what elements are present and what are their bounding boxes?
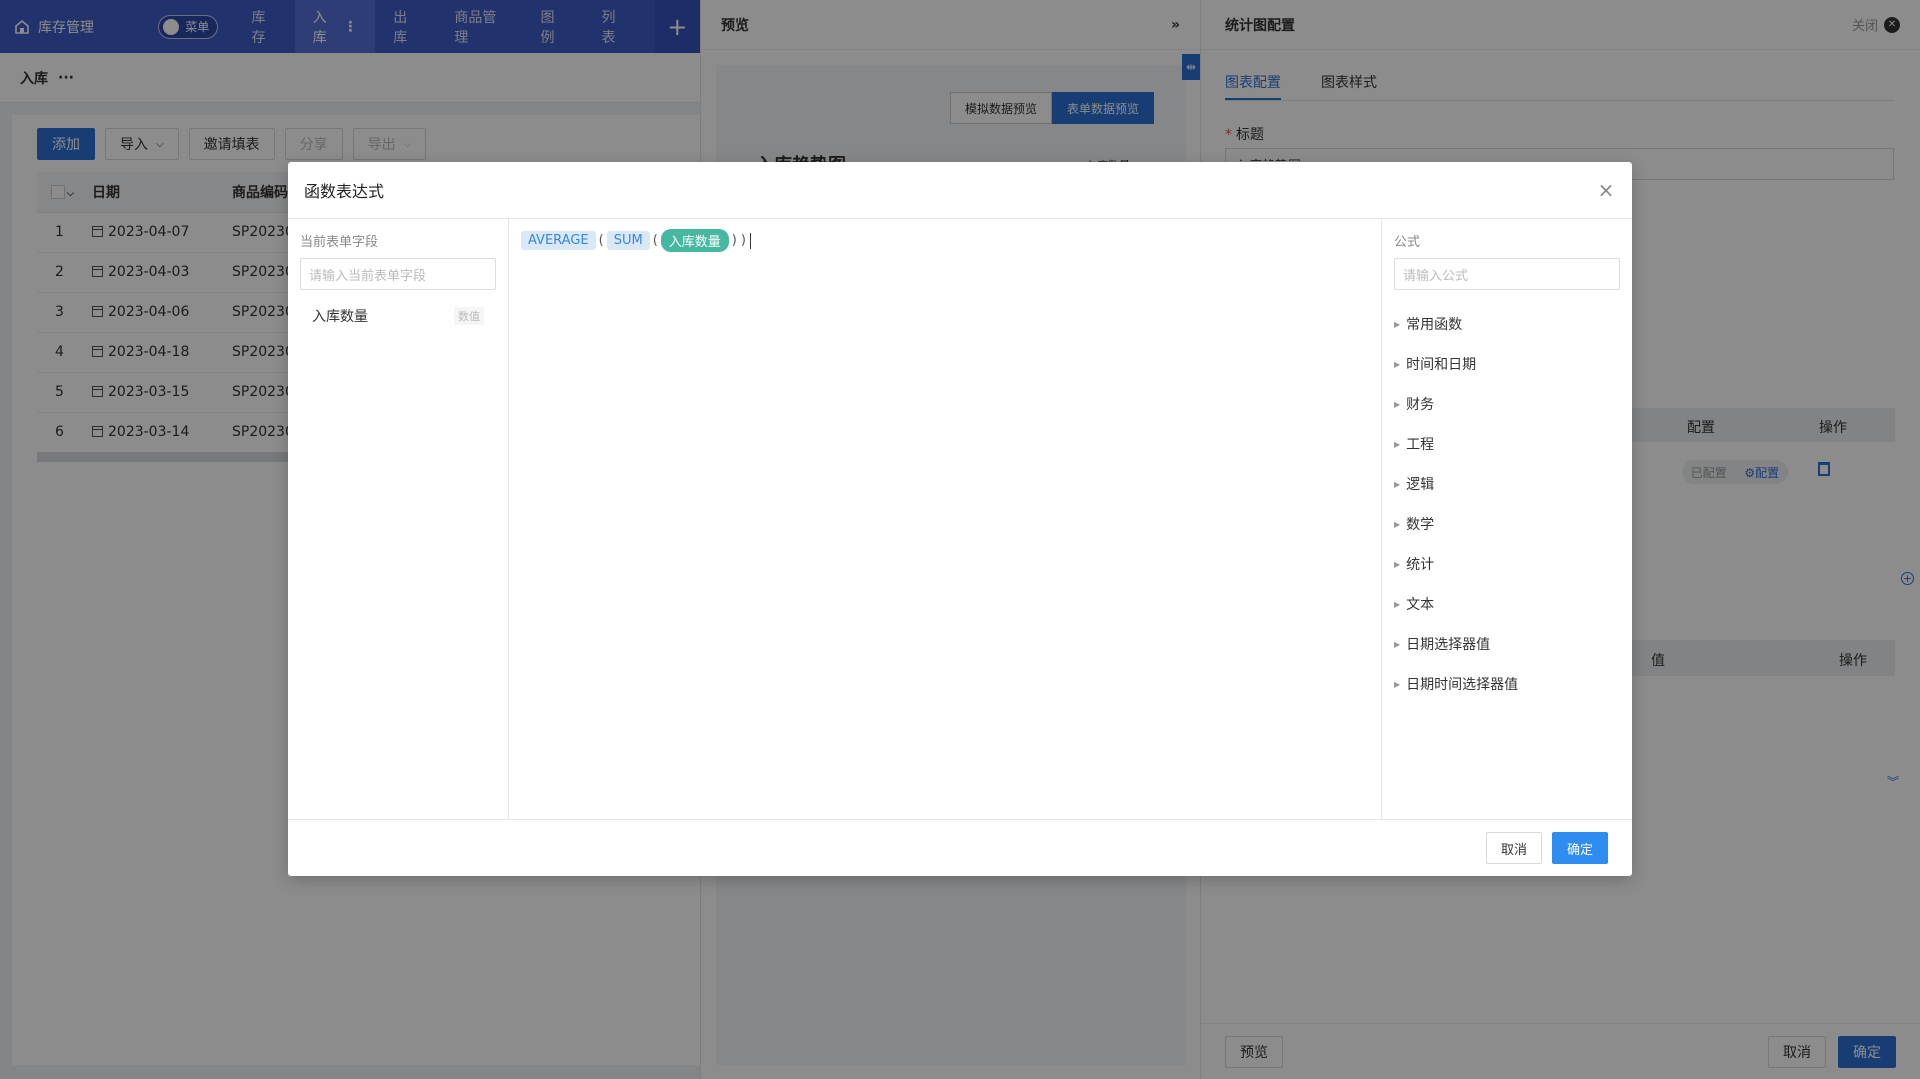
category-math[interactable]: ▶ 数学 [1394,504,1620,544]
caret-right-icon: ▶ [1394,359,1401,369]
function-expression-dialog: 函数表达式 × 当前表单字段 请输入当前表单字段 入库数量 数值 AVERAGE… [288,162,1632,876]
category-common[interactable]: ▶ 常用函数 [1394,304,1620,344]
category-text[interactable]: ▶ 文本 [1394,584,1620,624]
formula-search-input[interactable]: 请输入公式 [1394,258,1620,290]
form-fields-label: 当前表单字段 [300,235,379,250]
category-label: 日期时间选择器值 [1406,677,1519,693]
category-label: 文本 [1406,597,1435,613]
cancel-button[interactable]: 取消 [1485,832,1542,864]
expression-editor[interactable]: AVERAGE ( SUM ( 入库数量 ) ) [509,219,1382,819]
text-cursor [749,232,751,249]
caret-right-icon: ▶ [1394,439,1401,449]
formula-label: 公式 [1394,235,1421,250]
category-finance[interactable]: ▶ 财务 [1394,384,1620,424]
caret-right-icon: ▶ [1394,559,1401,569]
dialog-footer: 取消 确定 [288,819,1632,876]
function-token-sum[interactable]: SUM [606,231,650,250]
form-fields-column: 当前表单字段 请输入当前表单字段 入库数量 数值 [288,219,509,819]
field-name: 入库数量 [312,309,368,325]
caret-right-icon: ▶ [1394,399,1401,409]
category-label: 逻辑 [1406,477,1435,493]
dialog-title: 函数表达式 [304,182,385,201]
category-label: 数学 [1406,517,1435,533]
field-type-badge: 数值 [454,307,484,325]
expression-line[interactable]: AVERAGE ( SUM ( 入库数量 ) ) [521,229,1369,252]
category-label: 统计 [1406,557,1435,573]
category-label: 财务 [1406,397,1435,413]
category-label: 时间和日期 [1406,357,1477,373]
category-datetime-picker[interactable]: ▶ 日期时间选择器值 [1394,664,1620,704]
caret-right-icon: ▶ [1394,679,1401,689]
category-label: 日期选择器值 [1406,637,1491,653]
paren-open: ( [598,233,604,248]
formula-column: 公式 请输入公式 ▶ 常用函数 ▶ 时间和日期 ▶ 财务 ▶ 工程 ▶ 逻辑 ▶ 数学 ▶ 统… [1382,219,1632,819]
dialog-body: 当前表单字段 请输入当前表单字段 入库数量 数值 AVERAGE ( SUM (… [288,219,1632,819]
paren-open: ( [652,233,658,248]
category-label: 工程 [1406,437,1435,453]
category-engineering[interactable]: ▶ 工程 [1394,424,1620,464]
caret-right-icon: ▶ [1394,599,1401,609]
formula-category-list: ▶ 常用函数 ▶ 时间和日期 ▶ 财务 ▶ 工程 ▶ 逻辑 ▶ 数学 ▶ 统计 ▶ 文本 ▶ 日期… [1394,304,1620,704]
category-datetime[interactable]: ▶ 时间和日期 [1394,344,1620,384]
field-item[interactable]: 入库数量 数值 [300,306,496,326]
category-logic[interactable]: ▶ 逻辑 [1394,464,1620,504]
caret-right-icon: ▶ [1394,479,1401,489]
function-token-average[interactable]: AVERAGE [521,231,596,250]
caret-right-icon: ▶ [1394,519,1401,529]
paren-close: ) [740,233,746,248]
field-token[interactable]: 入库数量 [660,229,729,252]
category-date-picker[interactable]: ▶ 日期选择器值 [1394,624,1620,664]
paren-close: ) [731,233,737,248]
category-label: 常用函数 [1406,317,1463,333]
confirm-button[interactable]: 确定 [1551,832,1608,864]
category-statistics[interactable]: ▶ 统计 [1394,544,1620,584]
caret-right-icon: ▶ [1394,639,1401,649]
caret-right-icon: ▶ [1394,319,1401,329]
dialog-header: 函数表达式 × [288,162,1632,219]
field-search-input[interactable]: 请输入当前表单字段 [300,258,496,290]
close-icon[interactable]: × [1596,178,1616,202]
